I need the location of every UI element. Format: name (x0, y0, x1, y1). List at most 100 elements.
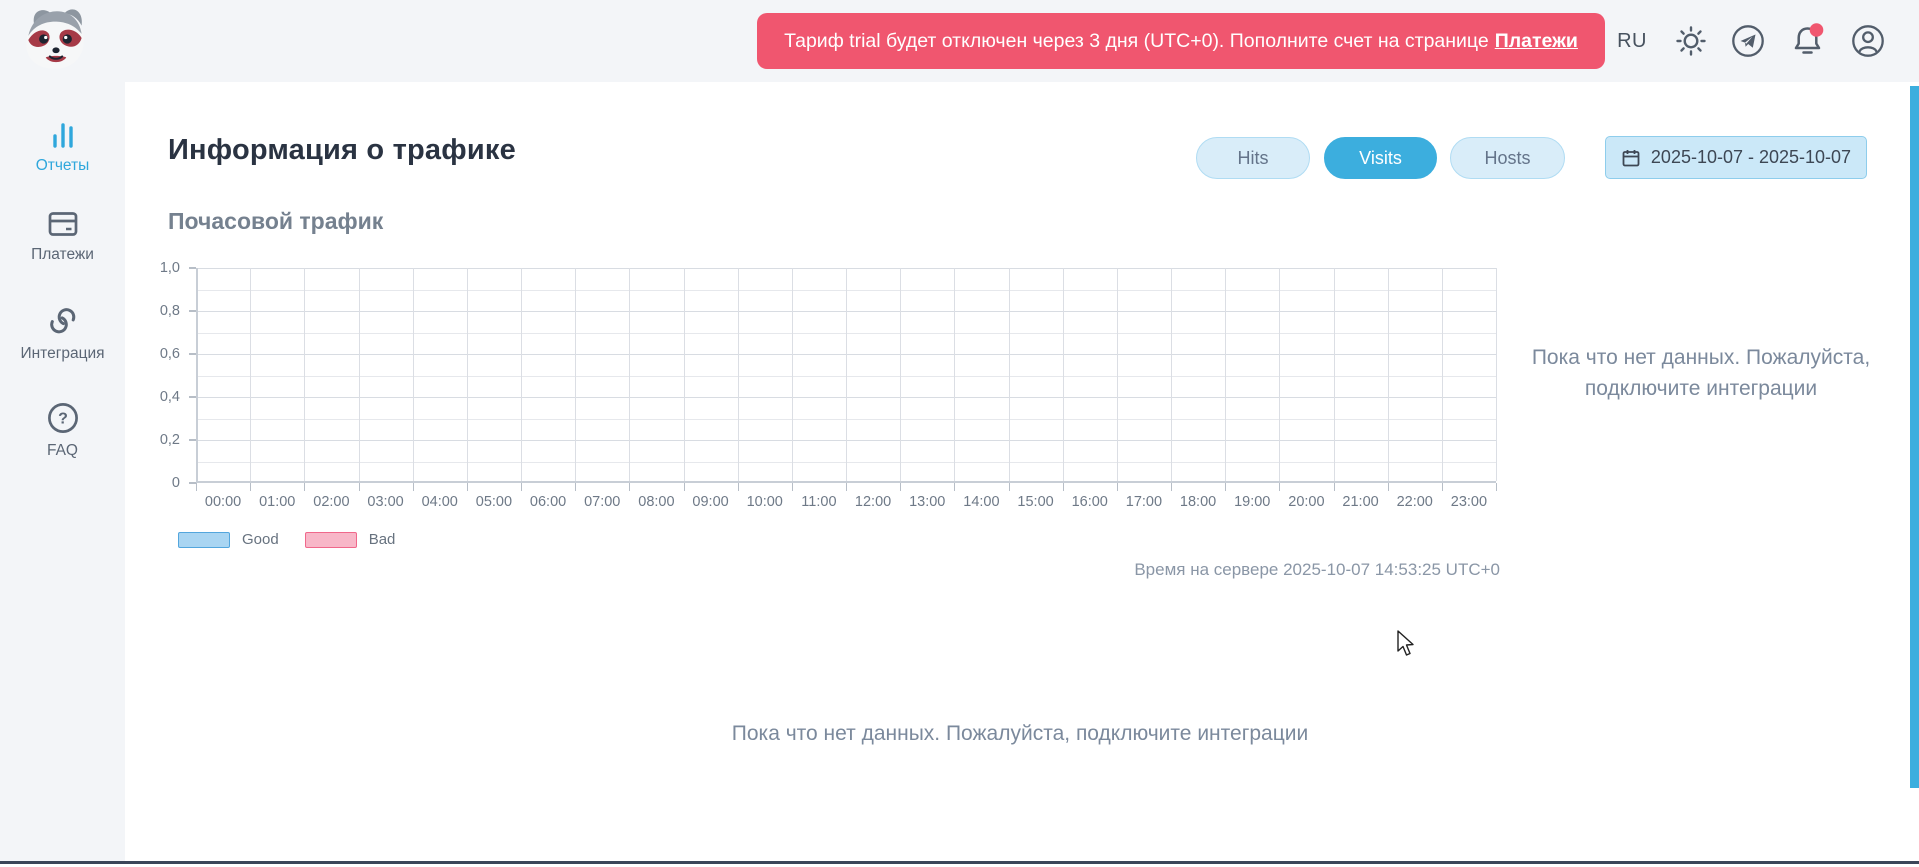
legend-label-good: Good (242, 531, 279, 548)
legend-item-bad: Bad (305, 531, 396, 548)
x-tick-label: 15:00 (1009, 494, 1063, 510)
v-gridline (1171, 268, 1172, 481)
x-axis-tick (792, 483, 793, 491)
sidebar-label-integration: Интеграция (20, 345, 104, 363)
legend-label-bad: Bad (369, 531, 396, 548)
legend-swatch-good (178, 532, 230, 548)
x-tick-label: 20:00 (1279, 494, 1333, 510)
credit-card-icon (46, 209, 80, 239)
x-axis-tick (304, 483, 305, 491)
x-axis-tick (250, 483, 251, 491)
x-axis-tick (1117, 483, 1118, 491)
x-axis-tick (738, 483, 739, 491)
x-axis-tick (684, 483, 685, 491)
v-gridline (1225, 268, 1226, 481)
v-gridline (575, 268, 576, 481)
x-axis-tick (413, 483, 414, 491)
notifications-bell-icon[interactable] (1788, 22, 1828, 60)
chart-section-title: Почасовой трафик (168, 208, 383, 235)
no-data-message-side: Пока что нет данных. Пожалуйста, подключ… (1508, 342, 1894, 404)
x-axis-tick (1063, 483, 1064, 491)
v-gridline (792, 268, 793, 481)
tab-visits[interactable]: Visits (1324, 137, 1437, 179)
x-tick-label: 02:00 (304, 494, 358, 510)
v-gridline (1496, 268, 1497, 481)
tab-hosts[interactable]: Hosts (1450, 137, 1565, 179)
profile-icon[interactable] (1851, 24, 1885, 58)
x-axis-tick (846, 483, 847, 491)
v-gridline (900, 268, 901, 481)
v-gridline (1009, 268, 1010, 481)
telegram-icon[interactable] (1731, 24, 1765, 58)
x-axis-tick (1388, 483, 1389, 491)
x-axis-tick (1171, 483, 1172, 491)
x-tick-label: 07:00 (575, 494, 629, 510)
legend-swatch-bad (305, 532, 357, 548)
x-axis-tick (359, 483, 360, 491)
legend-item-good: Good (178, 531, 279, 548)
x-axis-tick (1496, 483, 1497, 491)
language-selector[interactable]: RU (1617, 30, 1647, 53)
plot-area (196, 268, 1496, 483)
y-axis-tick (189, 353, 196, 355)
banner-message: Тариф trial будет отключен через 3 дня (… (784, 30, 1489, 53)
raccoon-logo-image (16, 3, 96, 75)
x-tick-label: 06:00 (521, 494, 575, 510)
y-tick-label: 0,2 (160, 432, 180, 448)
v-gridline (413, 268, 414, 481)
vertical-scrollbar[interactable] (1910, 86, 1919, 788)
y-axis-tick (189, 439, 196, 441)
sidebar-label-faq: FAQ (47, 442, 78, 460)
x-tick-label: 21:00 (1334, 494, 1388, 510)
question-icon: ? (46, 401, 80, 435)
trial-warning-banner: Тариф trial будет отключен через 3 дня (… (757, 13, 1605, 69)
x-tick-label: 17:00 (1117, 494, 1171, 510)
server-time: Время на сервере 2025-10-07 14:53:25 UTC… (600, 560, 1500, 580)
x-tick-label: 23:00 (1442, 494, 1496, 510)
v-gridline (684, 268, 685, 481)
calendar-icon (1621, 148, 1641, 168)
x-axis-tick (1279, 483, 1280, 491)
sidebar-label-payments: Платежи (31, 246, 94, 264)
y-axis-tick (189, 267, 196, 269)
theme-sun-icon[interactable] (1674, 24, 1708, 58)
date-range-value: 2025-10-07 - 2025-10-07 (1651, 147, 1851, 168)
x-axis-tick (900, 483, 901, 491)
tab-hits[interactable]: Hits (1196, 137, 1310, 179)
v-gridline (629, 268, 630, 481)
y-tick-label: 0 (172, 475, 180, 491)
v-gridline (304, 268, 305, 481)
chart-legend: Good Bad (178, 531, 421, 548)
header: Тариф trial будет отключен через 3 дня (… (0, 0, 1919, 82)
x-tick-label: 13:00 (900, 494, 954, 510)
sidebar-item-reports[interactable]: Отчеты (0, 120, 125, 175)
v-gridline (1334, 268, 1335, 481)
date-range-picker[interactable]: 2025-10-07 - 2025-10-07 (1605, 136, 1867, 179)
raccoon-logo[interactable] (16, 3, 96, 75)
y-tick-label: 0,8 (160, 303, 180, 319)
sidebar-label-reports: Отчеты (36, 157, 90, 175)
notification-dot (1810, 23, 1824, 37)
x-axis-tick (521, 483, 522, 491)
v-gridline (1279, 268, 1280, 481)
x-tick-label: 16:00 (1063, 494, 1117, 510)
x-tick-label: 08:00 (629, 494, 683, 510)
x-tick-label: 11:00 (792, 494, 846, 510)
x-tick-label: 03:00 (359, 494, 413, 510)
x-tick-label: 04:00 (413, 494, 467, 510)
bar-chart-icon (47, 120, 79, 150)
no-data-message-bottom: Пока что нет данных. Пожалуйста, подключ… (125, 722, 1915, 746)
v-gridline (196, 268, 198, 481)
sidebar-item-payments[interactable]: Платежи (0, 209, 125, 264)
x-axis-tick (575, 483, 576, 491)
banner-payments-link[interactable]: Платежи (1495, 30, 1578, 53)
svg-text:?: ? (58, 411, 68, 428)
x-axis-tick (1009, 483, 1010, 491)
x-tick-label: 10:00 (738, 494, 792, 510)
y-tick-label: 0,4 (160, 389, 180, 405)
x-axis-tick (196, 483, 197, 491)
v-gridline (738, 268, 739, 481)
x-axis-tick (1334, 483, 1335, 491)
v-gridline (1442, 268, 1443, 481)
v-gridline (359, 268, 360, 481)
